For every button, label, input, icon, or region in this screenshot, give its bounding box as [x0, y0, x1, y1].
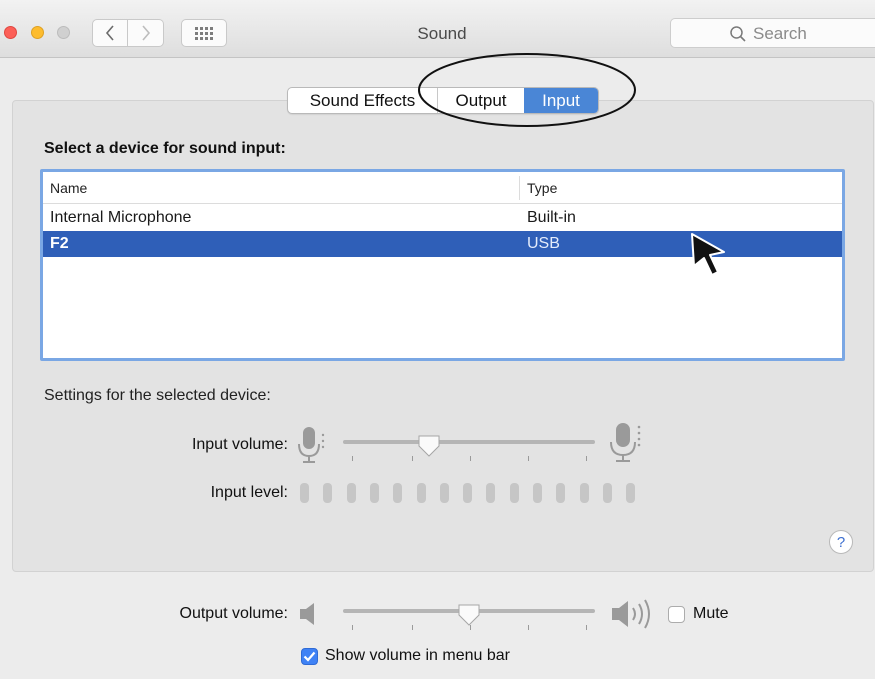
grid-icon — [195, 26, 213, 40]
input-level-bar — [579, 483, 589, 503]
input-level-bar — [300, 483, 309, 503]
input-level-bar — [369, 483, 379, 503]
input-level-bar — [626, 483, 636, 503]
input-level-bar — [486, 483, 496, 503]
device-row[interactable]: Internal Microphone Built-in — [43, 205, 842, 231]
slider-tick — [586, 625, 587, 630]
column-header-type[interactable]: Type — [527, 180, 557, 196]
search-field[interactable]: Search — [670, 18, 875, 48]
search-icon — [730, 26, 746, 42]
input-level-bar — [346, 483, 356, 503]
show-volume-label: Show volume in menu bar — [325, 647, 510, 664]
input-level-bar — [393, 483, 403, 503]
slider-tick — [586, 456, 587, 461]
input-level-label: Input level: — [210, 484, 288, 501]
slider-tick — [528, 625, 529, 630]
input-level-bar — [509, 483, 519, 503]
forward-button[interactable] — [128, 19, 164, 47]
input-level-bar — [439, 483, 449, 503]
checkmark-icon — [303, 651, 316, 662]
input-volume-slider[interactable] — [343, 440, 595, 444]
window-title: Sound — [417, 24, 467, 43]
show-volume-checkbox[interactable] — [301, 648, 318, 665]
slider-tick — [412, 456, 413, 461]
column-header-name[interactable]: Name — [50, 180, 87, 196]
device-type: USB — [527, 235, 560, 252]
speaker-low-icon — [300, 603, 314, 625]
slider-tick — [470, 456, 471, 461]
input-volume-label: Input volume: — [191, 436, 288, 453]
input-volume-slider-knob[interactable] — [417, 434, 441, 458]
input-level-bar — [556, 483, 566, 503]
search-placeholder: Search — [753, 24, 807, 43]
mute-label: Mute — [693, 605, 729, 622]
zoom-button[interactable] — [57, 26, 70, 39]
output-volume-slider-knob[interactable] — [457, 603, 481, 627]
input-level-bar — [323, 483, 333, 503]
device-list-heading: Select a device for sound input: — [44, 140, 286, 157]
device-type: Built-in — [527, 209, 576, 226]
speaker-high-icon — [612, 599, 650, 629]
close-button[interactable] — [4, 26, 17, 39]
mouse-pointer-icon — [691, 233, 725, 276]
input-level-bar — [533, 483, 542, 503]
sound-preferences-window: Sound Search Sound Effects Output Input … — [0, 0, 875, 679]
chevron-right-icon — [141, 25, 150, 41]
slider-tick — [352, 456, 353, 461]
microphone-low-icon — [298, 427, 325, 463]
settings-heading: Settings for the selected device: — [44, 387, 271, 404]
help-button[interactable]: ? — [829, 530, 853, 554]
list-header: Name Type — [43, 172, 842, 204]
input-level-bar — [463, 483, 473, 503]
slider-tick — [352, 625, 353, 630]
slider-tick — [412, 625, 413, 630]
device-name: F2 — [50, 235, 69, 252]
chevron-left-icon — [105, 25, 114, 41]
column-divider — [519, 176, 520, 200]
microphone-high-icon — [610, 423, 641, 462]
output-volume-label: Output volume: — [179, 605, 289, 622]
input-level-bar — [416, 483, 426, 503]
show-all-button[interactable] — [181, 19, 227, 47]
slider-tick — [528, 456, 529, 461]
minimize-button[interactable] — [31, 26, 44, 39]
annotation-ellipse — [418, 53, 636, 127]
device-name: Internal Microphone — [50, 209, 192, 226]
input-level-bar — [602, 483, 612, 503]
back-button[interactable] — [92, 19, 128, 47]
mute-checkbox[interactable] — [668, 606, 685, 623]
